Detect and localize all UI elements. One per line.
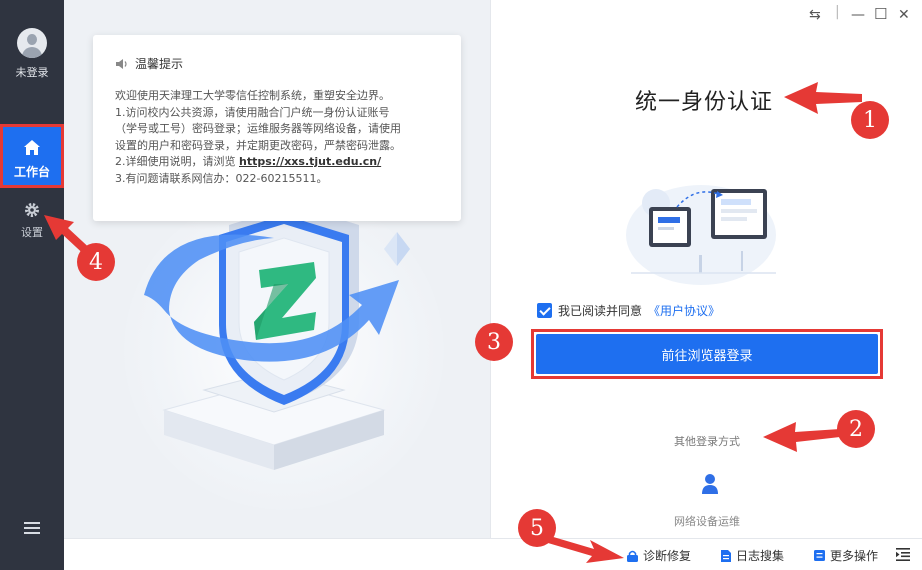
agreement-checkbox[interactable]	[537, 303, 552, 318]
list-icon	[814, 550, 825, 561]
user-status-label: 未登录	[15, 66, 49, 79]
close-button[interactable]: ✕	[898, 7, 910, 23]
diagnose-repair-label: 诊断修复	[643, 549, 692, 563]
notice-line: 欢迎使用天津理工大学零信任控制系统，重塑安全边界。	[115, 89, 390, 102]
diagnose-repair-button[interactable]: 诊断修复	[627, 547, 691, 564]
gear-icon	[25, 203, 39, 217]
annotation-marker-5: 5	[518, 509, 556, 547]
shield-illustration	[144, 205, 399, 470]
minimize-button[interactable]: —	[851, 7, 865, 23]
annotation-marker-3: 3	[475, 323, 513, 361]
browser-login-button[interactable]: 前往浏览器登录	[536, 334, 878, 374]
notice-line-prefix: 2.详细使用说明，请浏览	[115, 155, 239, 168]
auth-title: 统一身份认证	[635, 90, 774, 115]
notice-line: 2.详细使用说明，请浏览 https://xxs.tjut.edu.cn/	[115, 154, 439, 171]
log-collect-button[interactable]: 日志搜集	[721, 547, 784, 564]
sidebar-item-settings[interactable]: 设置	[0, 196, 64, 244]
notice-card: 温馨提示 欢迎使用天津理工大学零信任控制系统，重塑安全边界。 1.访问校内公共资…	[93, 35, 461, 221]
device-sync-illustration	[626, 185, 776, 285]
document-icon	[721, 549, 731, 562]
notice-line: 设置的用户和密码登录，并定期更改密码，严禁密码泄露。	[115, 138, 401, 152]
login-panel: ⇆ | — ☐ ✕ 统一身份认证 我已阅读并同意 《用户协议》 前往浏览器登录 …	[490, 0, 922, 538]
agreement-row: 我已阅读并同意 《用户协议》	[537, 302, 720, 319]
avatar[interactable]	[17, 28, 47, 58]
notice-line: （学号或工号）密码登录；运维服务器等网络设备，请使用	[115, 122, 401, 135]
more-actions-label: 更多操作	[830, 549, 879, 563]
bottom-toolbar: 诊断修复 日志搜集 更多操作	[64, 538, 922, 570]
login-button-highlight: 前往浏览器登录	[531, 329, 883, 379]
annotation-marker-4: 4	[77, 243, 115, 281]
help-link[interactable]: https://xxs.tjut.edu.cn/	[239, 155, 381, 168]
collapse-panel-icon[interactable]	[896, 548, 910, 561]
notice-body: 欢迎使用天津理工大学零信任控制系统，重塑安全边界。 1.访问校内公共资源，请使用…	[115, 88, 439, 187]
avatar-head-icon	[27, 34, 37, 45]
hamburger-menu-icon[interactable]	[24, 521, 40, 535]
lock-icon	[627, 550, 638, 562]
home-icon	[24, 140, 40, 155]
notice-title: 温馨提示	[115, 55, 439, 72]
agreement-text: 我已阅读并同意	[558, 304, 643, 318]
sidebar-item-label: 工作台	[13, 165, 50, 179]
swap-icon[interactable]: ⇆	[809, 7, 821, 23]
notice-line: 3.有问题请联系网信办：022-60215511。	[115, 171, 328, 185]
avatar-body-icon	[22, 47, 42, 58]
main-panel: 温馨提示 欢迎使用天津理工大学零信任控制系统，重塑安全边界。 1.访问校内公共资…	[64, 0, 490, 538]
notice-title-text: 温馨提示	[135, 57, 184, 71]
user-icon[interactable]	[701, 473, 719, 495]
more-actions-button[interactable]: 更多操作	[814, 547, 878, 564]
maximize-button[interactable]: ☐	[874, 5, 887, 23]
user-agreement-link[interactable]: 《用户协议》	[648, 302, 720, 319]
sidebar: 未登录 工作台 设置	[0, 0, 64, 570]
annotation-marker-2: 2	[837, 410, 875, 448]
window-divider: |	[835, 4, 840, 20]
sidebar-item-label: 设置	[21, 226, 43, 239]
log-collect-label: 日志搜集	[736, 549, 785, 563]
annotation-marker-1: 1	[851, 101, 889, 139]
speaker-icon	[116, 58, 127, 69]
notice-line: 1.访问校内公共资源，请使用融合门户统一身份认证账号	[115, 105, 390, 119]
diamond-decoration-icon	[384, 232, 410, 266]
sidebar-item-workbench[interactable]: 工作台	[0, 124, 64, 188]
